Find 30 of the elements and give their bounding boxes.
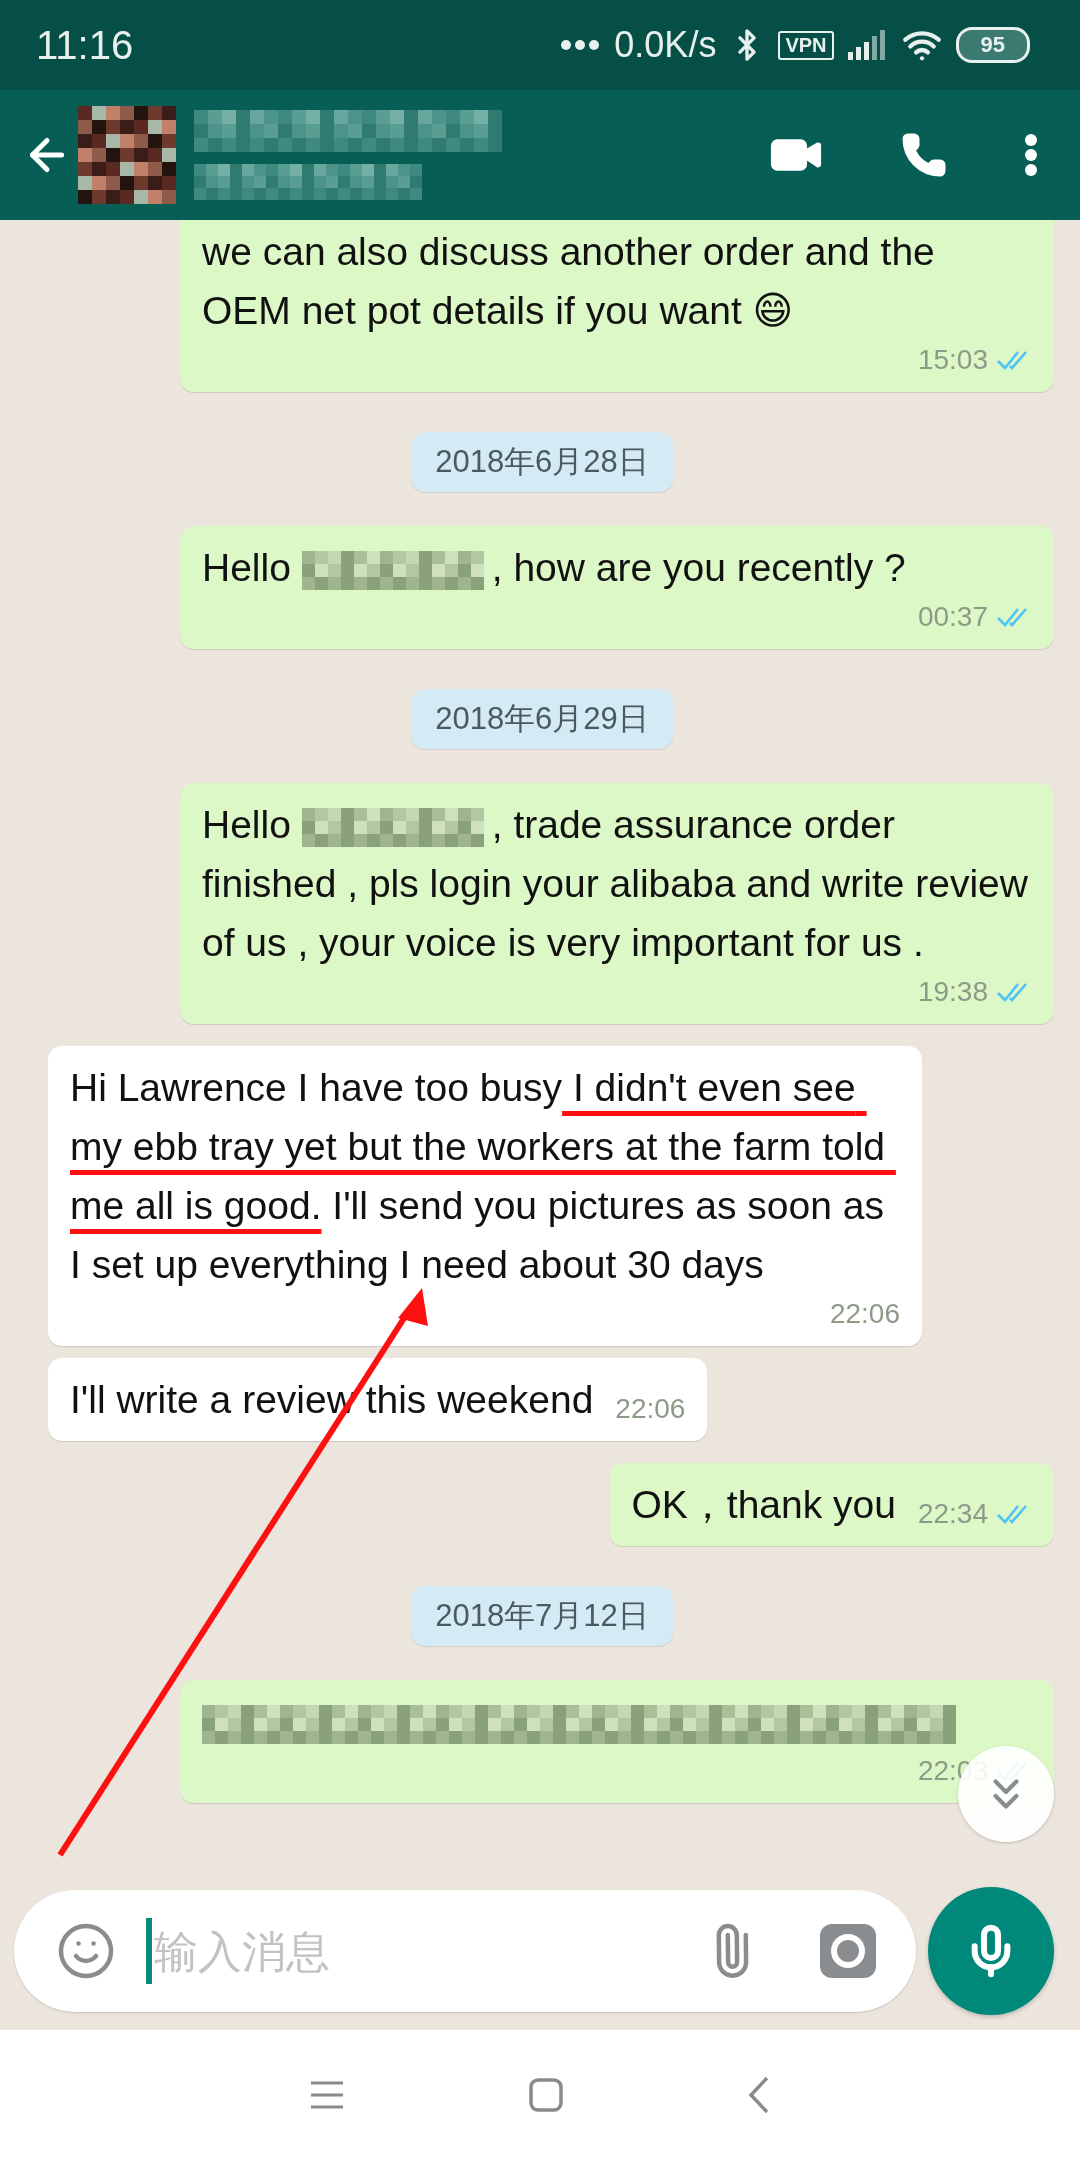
camera-button[interactable] <box>820 1924 876 1978</box>
message-time: 22:06 <box>615 1393 686 1425</box>
phone-call-button[interactable] <box>900 131 948 179</box>
home-icon[interactable] <box>529 2078 563 2112</box>
message-field[interactable]: 输入消息 <box>14 1890 916 2012</box>
network-speed: 0.0K/s <box>614 24 717 66</box>
message-input[interactable]: 输入消息 <box>152 1924 704 1978</box>
menu-icon[interactable] <box>310 2081 344 2109</box>
message-text: OK，thank you <box>631 1482 896 1528</box>
message-text: we can also discuss another order and the OEM net pot details if you want 😄 <box>202 229 936 334</box>
message-time: 22:34 <box>917 1498 988 1530</box>
back-icon[interactable] <box>748 2076 770 2114</box>
message-text: Hello , trade assurance order finished , pls login your alibaba and write review of us , your voice is very important for us . <box>202 802 1029 966</box>
text-cursor <box>146 1918 152 1984</box>
battery-level: 95 <box>955 27 1030 63</box>
date-label: 2018年7月12日 <box>411 1586 673 1646</box>
message-time: 00:37 <box>917 601 988 633</box>
message-text: Hello , how are you recently ? <box>202 545 906 593</box>
menu-icon[interactable] <box>1024 133 1038 177</box>
clock: 11:16 <box>36 22 134 68</box>
message-time: 19:38 <box>917 976 988 1008</box>
message-text: Hi Lawrence I have too busy I didn't even see my ebb tray yet but the workers at the farm told me all is good. I'll send you pictures as soon as I set up everything I need about 30 days <box>70 1065 887 1288</box>
more-dots-icon <box>560 39 601 51</box>
message-time: 15:03 <box>917 344 988 376</box>
date-label: 2018年6月29日 <box>411 689 673 749</box>
message-time: 22:06 <box>829 1298 900 1330</box>
date-label: 2018年6月28日 <box>411 432 673 492</box>
vpn-badge: VPN <box>778 30 834 60</box>
emoji-icon[interactable] <box>56 1921 116 1981</box>
signal-icon <box>847 30 888 60</box>
